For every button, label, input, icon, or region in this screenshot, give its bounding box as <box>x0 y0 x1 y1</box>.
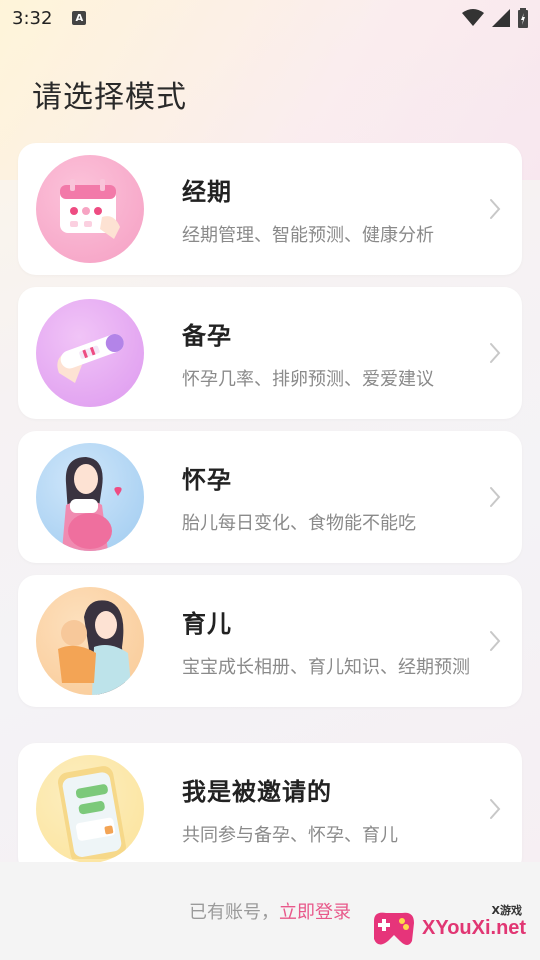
watermark: XYouXi.net X游戏 <box>368 898 536 958</box>
status-icons <box>462 8 528 28</box>
mode-description: 怀孕几率、排卵预测、爱爱建议 <box>182 368 434 390</box>
mode-title: 我是被邀请的 <box>182 777 332 806</box>
chevron-right-icon <box>484 630 506 652</box>
pregnancy-test-illustration-icon <box>36 299 144 407</box>
pregnant-woman-illustration-icon <box>36 443 144 551</box>
mode-description: 宝宝成长相册、育儿知识、经期预测 <box>182 656 470 678</box>
mode-card-trying-to-conceive[interactable]: 备孕 怀孕几率、排卵预测、爱爱建议 <box>18 287 522 419</box>
mother-baby-illustration-icon <box>36 587 144 695</box>
mode-description: 胎儿每日变化、食物能不能吃 <box>182 512 416 534</box>
chevron-right-icon <box>484 342 506 364</box>
signal-icon <box>492 9 510 27</box>
chevron-right-icon <box>484 486 506 508</box>
mode-card-text: 我是被邀请的 共同参与备孕、怀孕、育儿 <box>182 772 484 847</box>
chevron-right-icon <box>484 198 506 220</box>
mode-card-period[interactable]: 经期 经期管理、智能预测、健康分析 <box>18 143 522 275</box>
mode-title: 经期 <box>182 177 232 206</box>
status-bar: 3:32 A <box>0 0 540 36</box>
chevron-right-icon <box>484 798 506 820</box>
mode-title: 育儿 <box>182 609 232 638</box>
mode-card-parenting[interactable]: 育儿 宝宝成长相册、育儿知识、经期预测 <box>18 575 522 707</box>
mode-description: 共同参与备孕、怀孕、育儿 <box>182 824 398 846</box>
mode-title: 怀孕 <box>182 465 232 494</box>
gamepad-logo-icon <box>374 912 414 945</box>
login-link[interactable]: 立即登录 <box>279 902 351 923</box>
page-title: 请选择模式 <box>32 80 187 115</box>
mode-description: 经期管理、智能预测、健康分析 <box>182 224 434 246</box>
mode-card-pregnancy[interactable]: 怀孕 胎儿每日变化、食物能不能吃 <box>18 431 522 563</box>
status-time: 3:32 <box>12 7 53 29</box>
mode-card-text: 备孕 怀孕几率、排卵预测、爱爱建议 <box>182 316 484 391</box>
notification-a-icon: A <box>72 11 87 25</box>
phone-chat-illustration-icon <box>36 755 144 863</box>
wifi-icon <box>462 9 484 26</box>
mode-card-invited[interactable]: 我是被邀请的 共同参与备孕、怀孕、育儿 <box>18 743 522 875</box>
calendar-illustration-icon <box>36 155 144 263</box>
mode-card-text: 育儿 宝宝成长相册、育儿知识、经期预测 <box>182 604 484 679</box>
mode-card-text: 经期 经期管理、智能预测、健康分析 <box>182 172 484 247</box>
watermark-small-text: X游戏 <box>491 904 522 917</box>
battery-charging-icon <box>518 8 528 28</box>
login-prompt-text: 已有账号， <box>189 902 279 923</box>
watermark-text: XYouXi.net <box>422 916 527 939</box>
mode-title: 备孕 <box>182 321 232 350</box>
mode-card-text: 怀孕 胎儿每日变化、食物能不能吃 <box>182 460 484 535</box>
